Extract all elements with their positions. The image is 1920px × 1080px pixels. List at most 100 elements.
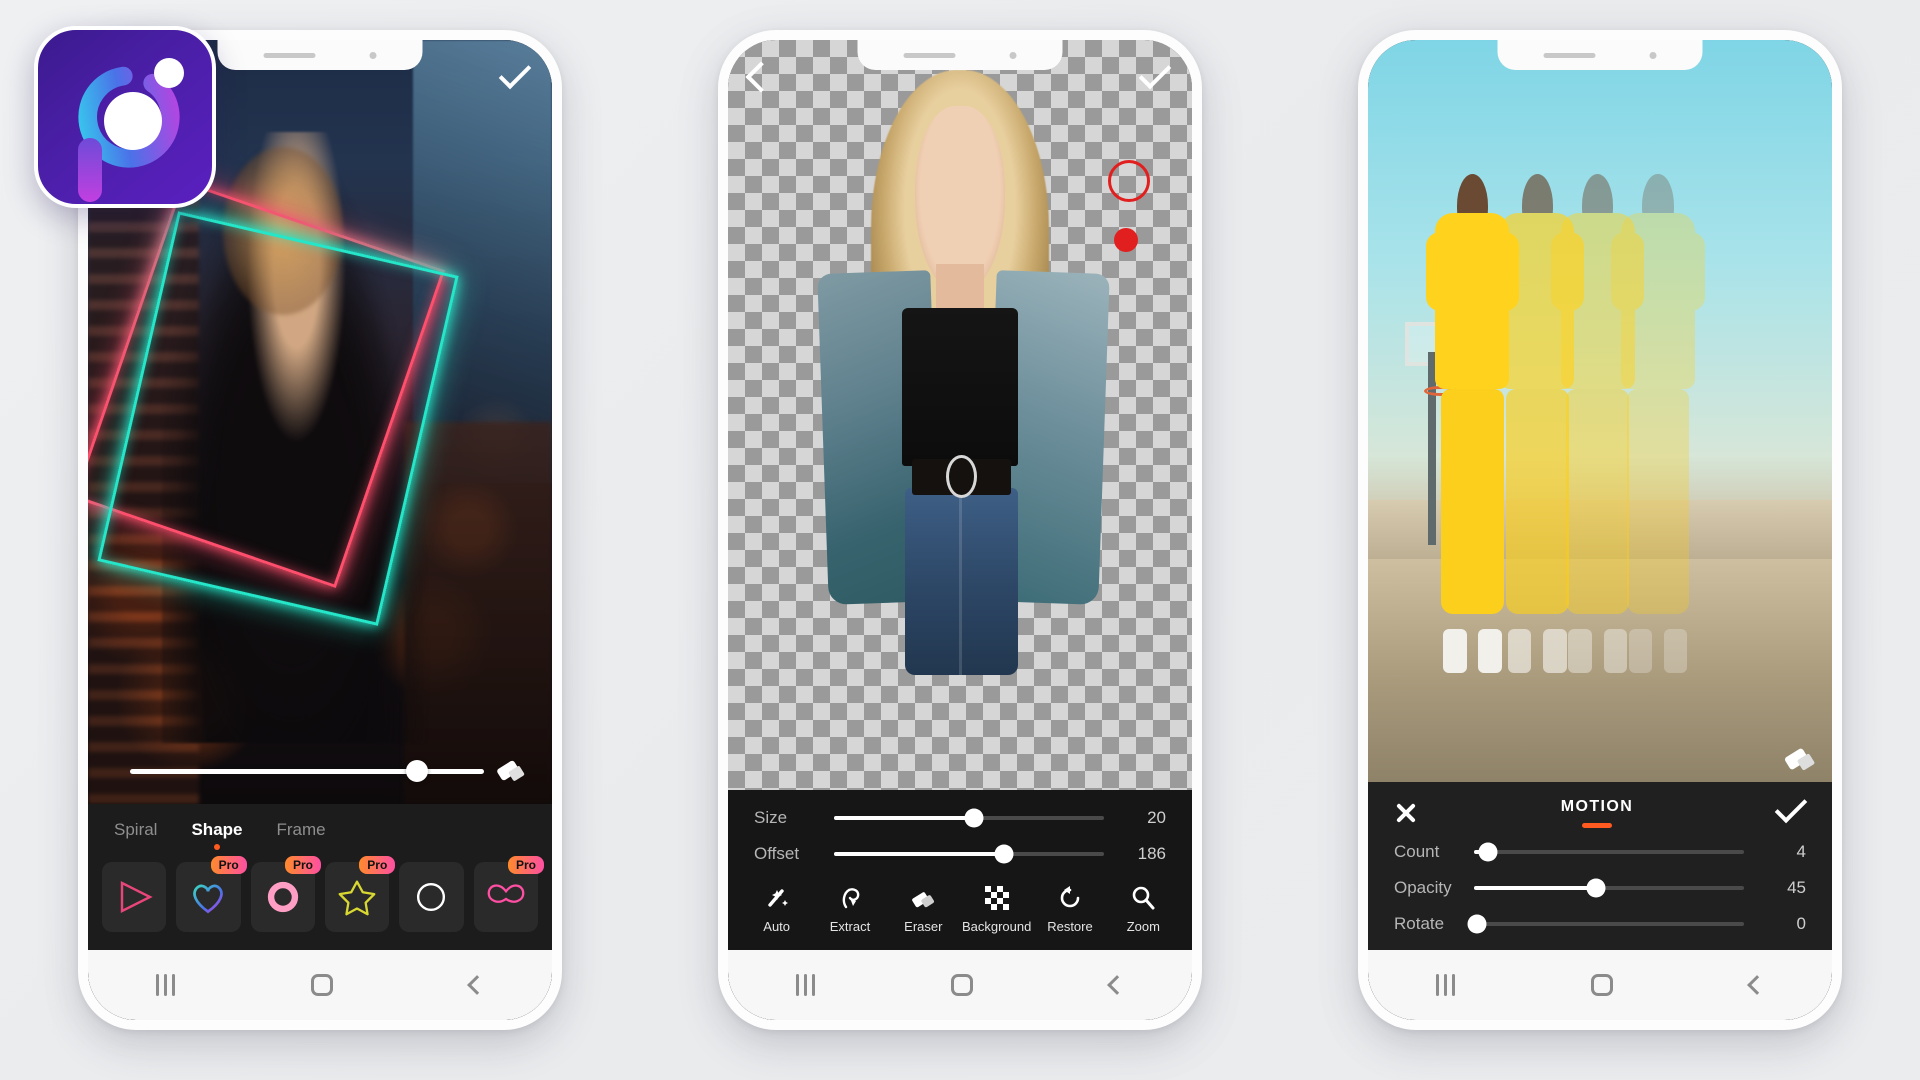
slider-value-count: 4	[1796, 842, 1806, 861]
slider-knob-rotate[interactable]	[1467, 914, 1487, 934]
eraser-icon[interactable]	[498, 760, 526, 782]
slider-row-size: Size 20	[728, 800, 1192, 836]
slider-track-count[interactable]	[1474, 842, 1744, 862]
panel-title-label: MOTION	[1560, 798, 1634, 815]
recents-icon[interactable]	[156, 974, 176, 996]
shape-thumb-heart[interactable]: Pro	[176, 856, 247, 932]
tool-zoom[interactable]: Zoom	[1107, 884, 1180, 934]
phone-mockup-3: MOTION Count 4 Opacity 45 Rotate 0	[1358, 30, 1842, 1030]
slider-knob-opacity[interactable]	[1586, 878, 1605, 898]
lasso-pen-icon	[836, 884, 864, 912]
model-hair	[222, 146, 344, 316]
recents-icon[interactable]	[796, 974, 816, 996]
slider-track-size[interactable]	[834, 808, 1104, 828]
phone1-tabs: Spiral Shape Frame	[88, 804, 552, 856]
slider-knob-count[interactable]	[1478, 842, 1497, 862]
tab-frame-label: Frame	[276, 820, 326, 839]
front-camera-icon	[1649, 51, 1657, 59]
tab-active-dot	[213, 844, 220, 850]
brush-size-indicator	[1108, 160, 1151, 202]
app-logo-center-dot	[104, 92, 162, 150]
motion-trail-figures	[1368, 40, 1832, 782]
slider-label-opacity: Opacity	[1394, 878, 1452, 897]
confirm-check-icon[interactable]	[498, 56, 532, 90]
recents-icon[interactable]	[1436, 974, 1456, 996]
tool-label-extract: Extract	[829, 919, 871, 934]
pro-badge: Pro	[284, 856, 321, 874]
slider-fill	[834, 852, 1005, 856]
tool-eraser[interactable]: Eraser	[887, 884, 960, 934]
checkerboard-icon	[983, 884, 1011, 912]
phone3-viewport	[1368, 40, 1832, 782]
eraser-icon[interactable]	[1786, 748, 1816, 772]
tool-extract[interactable]: Extract	[813, 884, 886, 934]
shape-thumb-triangle[interactable]	[102, 862, 167, 932]
slider-label-size: Size	[754, 808, 788, 827]
confirm-check-icon[interactable]	[1774, 790, 1808, 824]
phone3-screen: MOTION Count 4 Opacity 45 Rotate 0	[1368, 40, 1832, 1020]
pro-badge: Pro	[359, 856, 396, 874]
shape-thumb-wings[interactable]: Pro	[473, 856, 544, 932]
shape-thumb-star[interactable]: Pro	[324, 856, 396, 932]
phone-mockup-2: Size 20 Offset 186 Auto Extract Eraser B…	[718, 30, 1202, 1030]
phone2-screen: Size 20 Offset 186 Auto Extract Eraser B…	[728, 40, 1192, 1020]
front-camera-icon	[369, 51, 377, 59]
phone2-android-navbar	[728, 950, 1192, 1020]
back-icon[interactable]	[1106, 975, 1127, 995]
phone2-toolbar: Auto Extract Eraser Background Restore Z…	[728, 872, 1192, 944]
shape-thumb-ring[interactable]	[399, 862, 464, 932]
shape-thumb-circle-glow[interactable]: Pro	[250, 856, 321, 932]
slider-value-rotate: 0	[1796, 914, 1806, 933]
slider-track[interactable]	[130, 760, 484, 782]
front-camera-icon	[1009, 51, 1017, 59]
speaker-grille	[903, 52, 956, 58]
tab-frame[interactable]: Frame	[277, 820, 326, 850]
heart-icon	[193, 884, 224, 914]
tool-auto[interactable]: Auto	[740, 884, 813, 934]
pro-badge: Pro	[507, 856, 544, 874]
home-icon[interactable]	[311, 974, 334, 996]
slider-knob-size[interactable]	[964, 808, 984, 828]
back-chevron-icon[interactable]	[745, 61, 777, 93]
confirm-check-icon[interactable]	[1138, 56, 1172, 90]
subject-top	[901, 307, 1019, 466]
tool-background[interactable]: Background	[960, 884, 1033, 934]
slider-value-opacity: 45	[1787, 878, 1806, 897]
phone3-android-navbar	[1368, 950, 1832, 1020]
slider-track-offset[interactable]	[834, 844, 1104, 864]
tab-spiral[interactable]: Spiral	[114, 820, 157, 850]
slider-track-rotate[interactable]	[1467, 914, 1744, 934]
home-icon[interactable]	[951, 974, 974, 996]
tool-restore[interactable]: Restore	[1033, 884, 1106, 934]
photo-editor-app-icon[interactable]	[34, 26, 216, 208]
tool-label-background: Background	[961, 919, 1032, 934]
star-icon	[338, 880, 376, 916]
slider-value-offset: 186	[1137, 844, 1166, 863]
eraser-icon	[909, 884, 937, 912]
back-icon[interactable]	[1746, 975, 1767, 995]
back-icon[interactable]	[466, 975, 487, 995]
triangle-icon	[120, 881, 153, 913]
wings-icon	[487, 884, 525, 903]
slider-value-size: 20	[1147, 808, 1166, 827]
tab-shape[interactable]: Shape	[191, 820, 243, 850]
slider-row-offset: Offset 186	[728, 836, 1192, 872]
slider-knob[interactable]	[405, 760, 428, 782]
speaker-grille	[1543, 52, 1596, 58]
home-icon[interactable]	[1591, 974, 1614, 996]
phone1-size-slider[interactable]	[130, 760, 526, 782]
phone1-bottom-panel: Spiral Shape Frame Pro Pro Pro Pro	[88, 804, 552, 950]
phone2-bottom-panel: Size 20 Offset 186 Auto Extract Eraser B…	[728, 790, 1192, 950]
pro-badge: Pro	[210, 856, 247, 874]
subject-shorts	[905, 487, 1019, 675]
close-icon[interactable]	[1394, 801, 1418, 825]
phone3-photo	[1368, 40, 1832, 782]
slider-row-opacity: Opacity 45	[1368, 870, 1832, 906]
slider-knob-offset[interactable]	[994, 844, 1014, 864]
panel-title: MOTION	[1561, 798, 1633, 828]
slider-track-opacity[interactable]	[1474, 878, 1744, 898]
restore-undo-icon	[1056, 884, 1084, 912]
circle-glow-icon	[267, 881, 298, 913]
magic-wand-icon	[763, 884, 791, 912]
page-root: Spiral Shape Frame Pro Pro Pro Pro Size …	[0, 0, 1920, 1080]
